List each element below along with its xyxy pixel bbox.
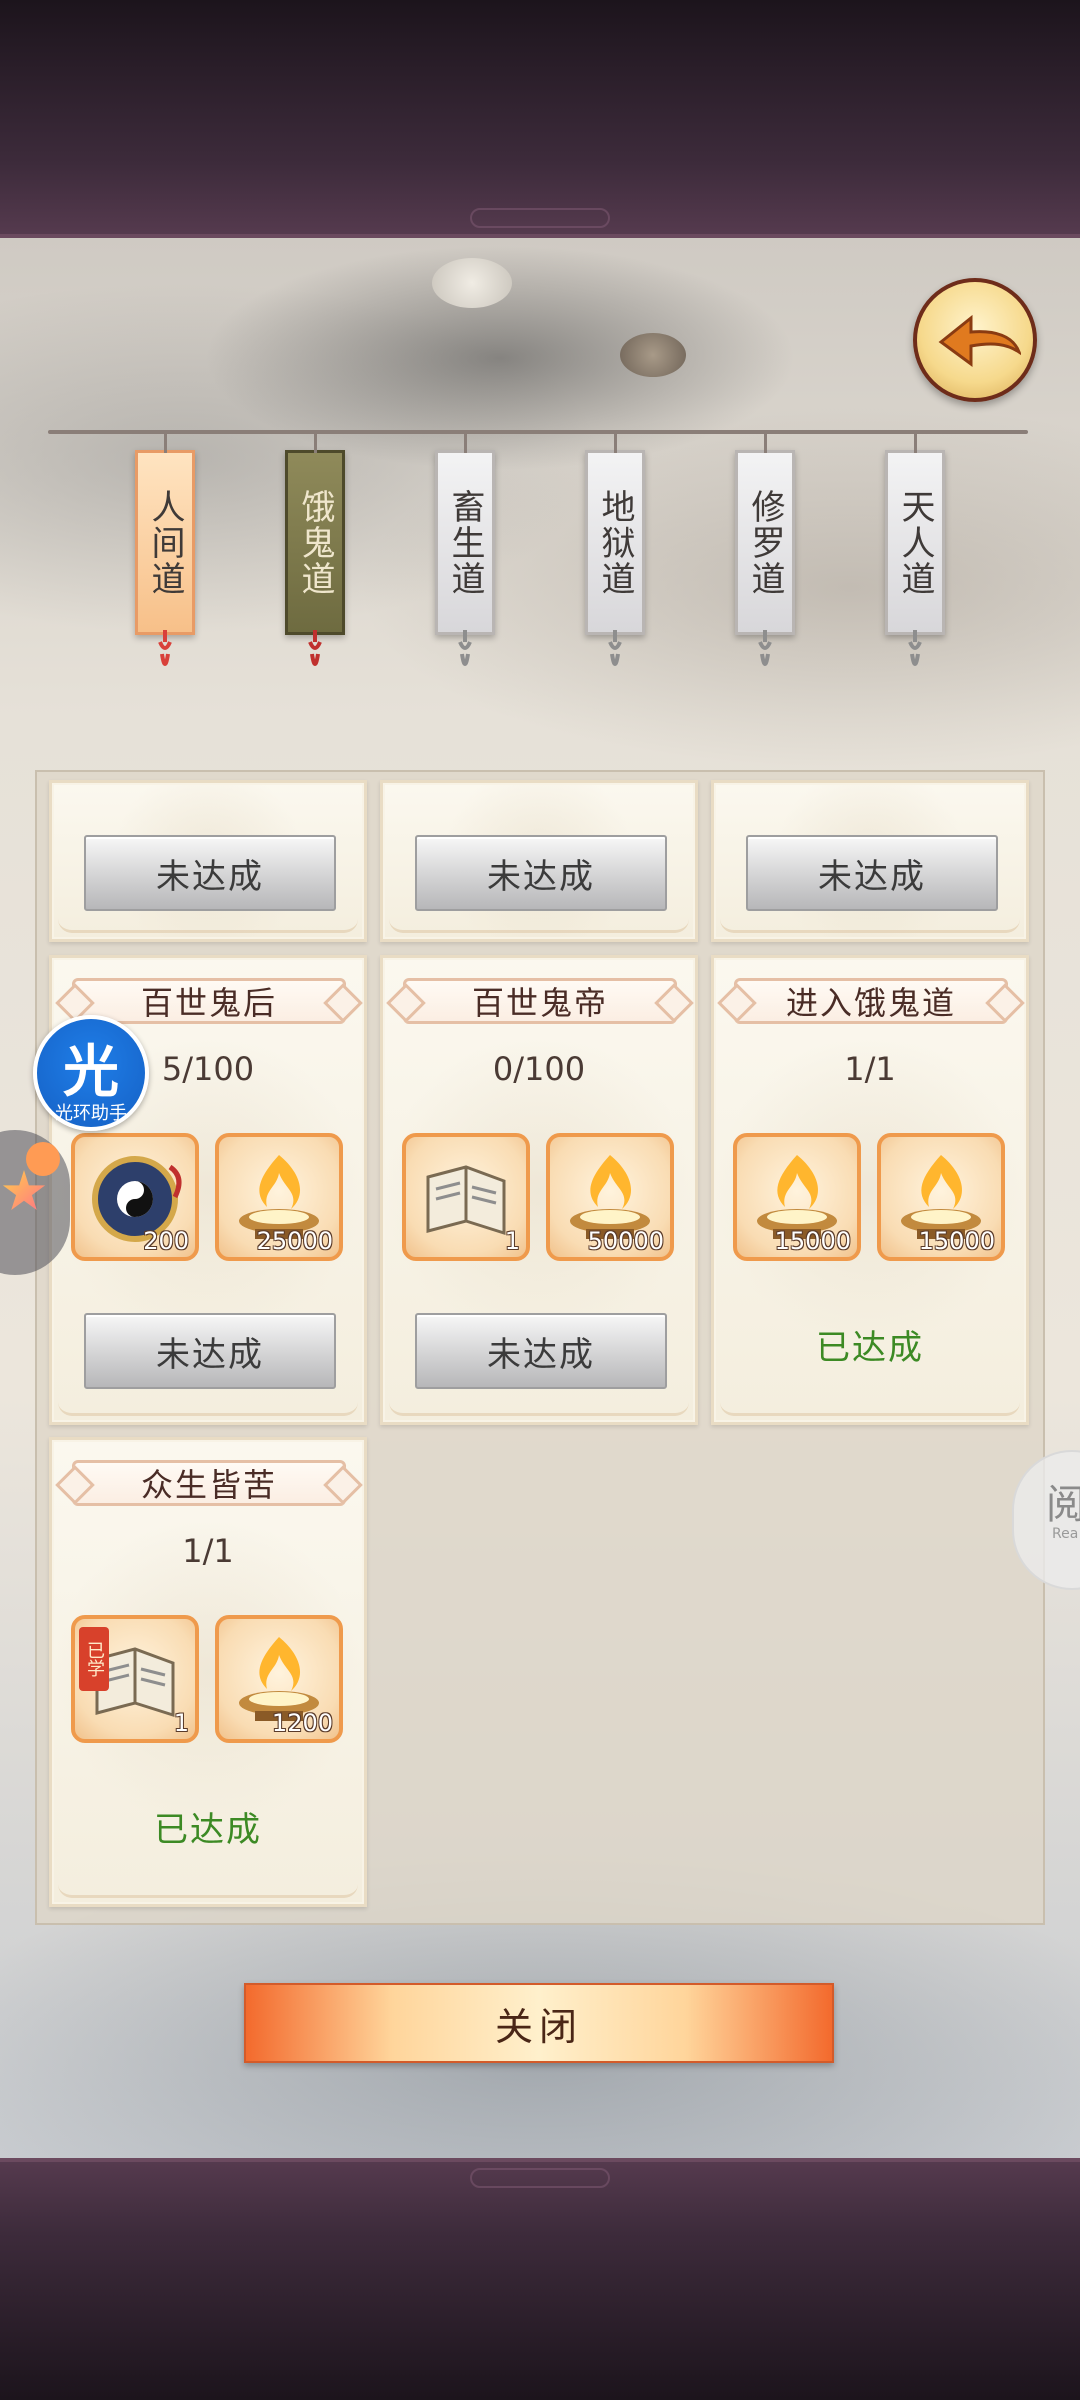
tab-renjian[interactable]: 人间道 bbox=[135, 431, 195, 635]
achievement-card: 百世鬼帝 0/100 1 50000 未达成 bbox=[380, 955, 698, 1425]
reward-item[interactable]: 1 bbox=[402, 1133, 530, 1261]
close-button[interactable]: 关闭 bbox=[244, 1983, 834, 2063]
achievement-title: 百世鬼帝 bbox=[403, 978, 677, 1024]
tab-label: 天人道 bbox=[895, 488, 935, 597]
status-button[interactable]: 未达成 bbox=[415, 1313, 667, 1389]
back-arrow-icon bbox=[938, 314, 1021, 367]
reward-quantity: 25000 bbox=[256, 1227, 333, 1255]
reward-quantity: 1 bbox=[504, 1227, 520, 1255]
achievement-panel: 未达成 未达成 未达成 百世鬼后 5/100 200 25000 未达成 百世鬼… bbox=[35, 770, 1045, 1925]
top-frame bbox=[0, 0, 1080, 238]
bottom-ornament bbox=[470, 2168, 610, 2188]
status-button[interactable]: 未达成 bbox=[746, 835, 998, 911]
status-button[interactable]: 未达成 bbox=[84, 835, 336, 911]
achievement-title: 众生皆苦 bbox=[72, 1460, 346, 1506]
achievement-card: 未达成 bbox=[49, 780, 367, 942]
top-ornament bbox=[470, 208, 610, 228]
reward-quantity: 15000 bbox=[918, 1227, 995, 1255]
gray-tassel-icon bbox=[908, 630, 922, 666]
tab-diyu[interactable]: 地狱道 bbox=[585, 431, 645, 635]
assistant-label: 光环助手 bbox=[55, 1103, 127, 1124]
status-button[interactable]: 未达成 bbox=[415, 835, 667, 911]
reward-item[interactable]: 已学 1 bbox=[71, 1615, 199, 1743]
achievement-progress: 1/1 bbox=[182, 1532, 234, 1570]
achievement-title: 百世鬼后 bbox=[72, 978, 346, 1024]
achievement-card: 未达成 bbox=[711, 780, 1029, 942]
tab-label: 畜生道 bbox=[445, 488, 485, 597]
gray-tassel-icon bbox=[608, 630, 622, 666]
achievement-card: 众生皆苦 1/1 已学 1 1200 已达成 bbox=[49, 1437, 367, 1907]
status-achieved: 已达成 bbox=[816, 1328, 924, 1368]
banner-rope bbox=[48, 430, 1028, 434]
reward-item[interactable]: 200 bbox=[71, 1133, 199, 1261]
yin-yang-light-dot bbox=[432, 258, 512, 308]
status-button[interactable]: 未达成 bbox=[84, 1313, 336, 1389]
red-tassel-icon bbox=[158, 630, 172, 666]
achievement-card: 进入饿鬼道 1/1 15000 15000 已达成 bbox=[711, 955, 1029, 1425]
tab-label: 修罗道 bbox=[745, 488, 785, 597]
achievement-progress: 1/1 bbox=[844, 1050, 896, 1088]
assistant-char: 光 bbox=[63, 1040, 119, 1105]
assistant-float-button[interactable]: 光 光环助手 bbox=[33, 1015, 149, 1131]
tab-label: 饿鬼道 bbox=[295, 488, 335, 597]
achievement-progress: 0/100 bbox=[492, 1050, 586, 1088]
gray-tassel-icon bbox=[458, 630, 472, 666]
tab-chusheng[interactable]: 畜生道 bbox=[435, 431, 495, 635]
back-button[interactable] bbox=[913, 278, 1037, 402]
reward-item[interactable]: 15000 bbox=[877, 1133, 1005, 1261]
read-char: 阅 bbox=[1046, 1482, 1080, 1528]
reward-quantity: 15000 bbox=[774, 1227, 851, 1255]
gray-tassel-icon bbox=[758, 630, 772, 666]
tab-label: 地狱道 bbox=[595, 488, 635, 597]
notification-dot bbox=[26, 1142, 60, 1176]
star-icon bbox=[2, 1170, 46, 1211]
reward-quantity: 50000 bbox=[587, 1227, 664, 1255]
reward-item[interactable]: 25000 bbox=[215, 1133, 343, 1261]
bottom-frame bbox=[0, 2158, 1080, 2400]
tab-xiuluo[interactable]: 修罗道 bbox=[735, 431, 795, 635]
achievement-title: 进入饿鬼道 bbox=[734, 978, 1008, 1024]
reward-item[interactable]: 1200 bbox=[215, 1615, 343, 1743]
reward-quantity: 1200 bbox=[271, 1709, 333, 1737]
tab-label: 人间道 bbox=[145, 488, 185, 597]
reward-quantity: 200 bbox=[143, 1227, 189, 1255]
learned-badge: 已学 bbox=[79, 1627, 109, 1691]
reward-quantity: 1 bbox=[173, 1709, 189, 1737]
yin-yang-dark-dot bbox=[620, 333, 686, 377]
tab-egui[interactable]: 饿鬼道 bbox=[285, 431, 345, 635]
tab-tianren[interactable]: 天人道 bbox=[885, 431, 945, 635]
read-sub: Rea bbox=[1052, 1526, 1079, 1542]
status-achieved: 已达成 bbox=[154, 1810, 262, 1850]
reward-item[interactable]: 15000 bbox=[733, 1133, 861, 1261]
reward-item[interactable]: 50000 bbox=[546, 1133, 674, 1261]
red-tassel-icon bbox=[308, 630, 322, 666]
achievement-card: 未达成 bbox=[380, 780, 698, 942]
